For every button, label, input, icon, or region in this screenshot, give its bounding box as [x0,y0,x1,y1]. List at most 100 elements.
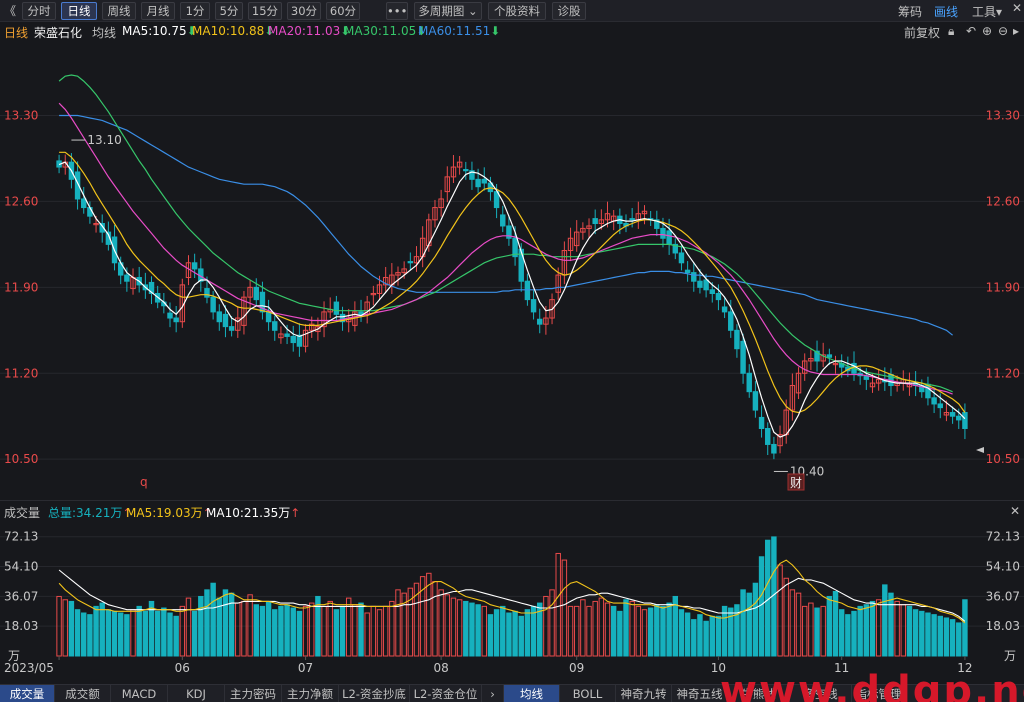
volume-bar [290,607,296,657]
volume-bar [549,589,555,657]
volume-bar [888,592,894,657]
volume-bar [647,607,654,657]
indicator-tab-8[interactable]: 均线 [504,685,560,702]
volume-bar [863,604,870,657]
volume-bar [857,605,863,657]
chevron-left-icon[interactable]: 《 [4,2,16,19]
tools-menu-button[interactable]: 工具▾ [972,3,1002,20]
volume-bar [456,599,463,657]
lock-icon[interactable]: 🔒︎ [948,24,954,39]
tab-period-3[interactable]: 月线 [141,2,175,20]
tab-period-1[interactable]: 日线 [61,2,97,20]
volume-bar [937,615,943,657]
stock-info-button[interactable]: 个股资料 [488,2,546,20]
indicator-tab-10[interactable]: 神奇九转 [616,685,672,702]
volume-title: 成交量 [4,506,41,520]
volume-bar [395,589,401,657]
indicator-tab-9[interactable]: BOLL [560,685,616,702]
indicator-tab-4[interactable]: 主力密码 [225,685,282,702]
volume-bar [309,602,315,657]
candle-body [333,301,340,315]
kline-chart[interactable]: 13.30 13.30 12.60 12.60 11.90 11.90 11.20 11.20… [0,40,1024,684]
ma-label[interactable]: 均线 [92,24,116,41]
volume-bar [678,609,685,657]
indicator-tab-3[interactable]: KDJ [168,685,225,702]
close-icon[interactable]: ✕ [1012,1,1022,15]
volume-bar [154,610,161,657]
candle-body [758,416,765,429]
tab-period-0[interactable]: 分时 [22,2,56,20]
volume-bar [253,604,259,657]
volume-bar [210,582,216,657]
volume-bar [130,609,136,657]
volume-bar [641,609,648,657]
tab-period-7[interactable]: 30分 [287,2,321,20]
volume-bar [746,592,752,657]
ma30-value: MA30:11.05⬇ [344,24,427,38]
multi-period-button[interactable]: 多周期图 ⌄ [414,2,482,20]
pan-right-icon[interactable]: ▸ [1013,24,1019,38]
indicator-tab-6[interactable]: L2-资金抄底 [339,685,410,702]
volume-bar [561,559,568,657]
volume-bar [580,599,586,657]
volume-bar [99,602,105,657]
candle-body [481,178,487,184]
tab-period-4[interactable]: 1分 [180,2,210,20]
chips-button[interactable]: 筹码 [898,3,922,20]
volume-tick-left: 36.07 [4,589,38,603]
indicator-tab-7[interactable]: L2-资金仓位 [410,685,482,702]
candle-body [697,280,703,288]
volume-bar [826,595,833,657]
stock-name: 荣盛石化 [34,26,83,40]
candle-body [253,286,259,301]
volume-bar [376,609,383,657]
indicator-tab-2[interactable]: MACD [111,685,168,702]
volume-bar [382,605,389,657]
volume-bar [845,614,851,657]
candle-body [87,207,93,217]
tab-period-6[interactable]: 15分 [248,2,282,20]
price-tick-right: 10.50 [986,452,1020,466]
candle-body [752,391,759,411]
volume-bar [801,605,808,657]
draw-line-button[interactable]: 画线 [934,3,958,20]
volume-bar [475,604,481,657]
rewind-icon[interactable]: ↶ [966,24,976,38]
volume-bar [808,602,814,657]
indicator-tab-1[interactable]: 成交额 [55,685,111,702]
adjust-dropdown[interactable]: 前复权 [904,24,940,41]
x-tick-label: 08 [433,661,448,675]
tab-period-5[interactable]: 5分 [215,2,243,20]
close-icon[interactable]: ✕ [1010,504,1020,518]
indicator-tab-5[interactable]: 主力净额 [282,685,339,702]
volume-bar [117,612,124,657]
zoom-out-icon[interactable]: ⊖ [998,24,1008,38]
chevron-right-icon[interactable]: › [482,685,504,702]
volume-bar [173,615,179,657]
volume-bar [81,612,87,657]
tab-period-2[interactable]: 周线 [102,2,136,20]
volume-bar [709,615,715,657]
volume-bar [167,612,173,657]
volume-bar [204,589,210,657]
volume-bar [272,609,278,657]
volume-bar [389,600,395,657]
volume-bar [339,605,346,657]
volume-tick-right: 18.03 [986,619,1020,633]
indicator-tab-0[interactable]: 成交量 [0,685,55,702]
volume-bar [586,605,592,657]
volume-bar [530,605,537,657]
period-label: 日线 [4,26,29,40]
volume-bar [931,614,937,657]
diagnose-button[interactable]: 诊股 [552,2,586,20]
more-button[interactable]: ••• [386,2,408,20]
tab-period-8[interactable]: 60分 [326,2,360,20]
ma30-line [58,74,953,393]
candle-body [734,329,740,350]
zoom-in-icon[interactable]: ⊕ [982,24,992,38]
volume-bar [259,605,266,657]
volume-bar [247,594,253,657]
candle-body [678,252,685,264]
x-tick-label: 07 [298,661,313,675]
candle-body [475,178,481,188]
